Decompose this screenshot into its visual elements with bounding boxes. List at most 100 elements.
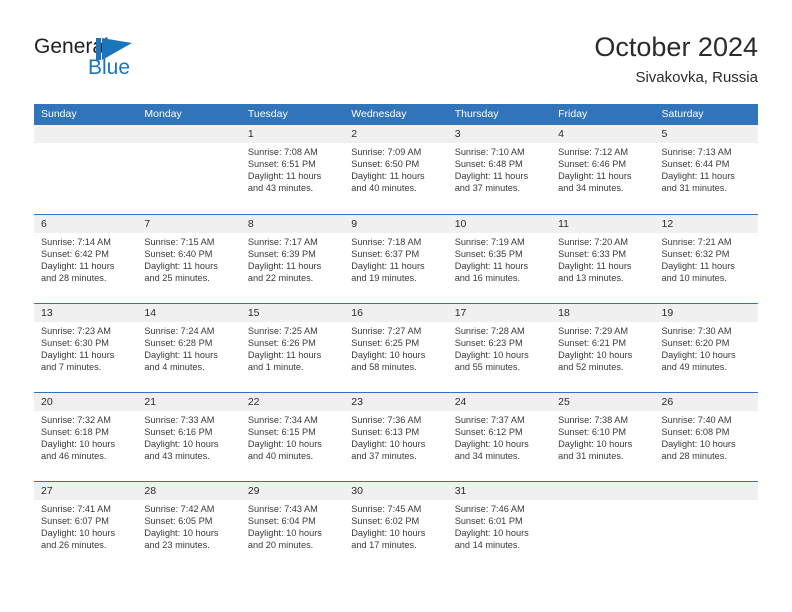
daylight-duration-line2: and 10 minutes. — [661, 273, 727, 284]
calendar-day-cell-empty — [551, 482, 655, 570]
sunrise-time: Sunrise: 7:38 AM — [558, 415, 629, 425]
daylight-duration-line1: Daylight: 11 hours — [41, 350, 115, 361]
calendar-day-cell[interactable]: 10 Sunrise: 7:19 AM Sunset: 6:35 PM Dayligh… — [447, 215, 552, 303]
day-sun-info — [34, 143, 137, 146]
calendar-week-row: 1 Sunrise: 7:08 AM Sunset: 6:51 PM Daylight… — [34, 125, 758, 214]
daylight-duration-line1: Daylight: 11 hours — [351, 261, 425, 272]
calendar-day-cell[interactable]: 22 Sunrise: 7:34 AM Sunset: 6:15 PM Dayligh… — [240, 393, 345, 481]
sunrise-time: Sunrise: 7:46 AM — [454, 504, 525, 514]
calendar-day-cell[interactable]: 19 Sunrise: 7:30 AM Sunset: 6:20 PM Dayligh… — [654, 304, 758, 392]
sunrise-time: Sunrise: 7:27 AM — [351, 326, 422, 336]
calendar-day-cell[interactable]: 11 Sunrise: 7:20 AM Sunset: 6:33 PM Dayligh… — [551, 215, 655, 303]
day-sun-info: Sunrise: 7:37 AM Sunset: 6:12 PM Daylight:… — [448, 411, 551, 462]
daylight-duration-line2: and 43 minutes. — [144, 451, 210, 462]
day-number: 16 — [344, 304, 448, 322]
calendar-week-row: 6 Sunrise: 7:14 AM Sunset: 6:42 PM Daylight… — [34, 214, 758, 303]
sunrise-time: Sunrise: 7:14 AM — [41, 237, 111, 247]
weekday-wednesday: Wednesday — [351, 108, 407, 120]
calendar-day-cell[interactable]: 2 Sunrise: 7:09 AM Sunset: 6:50 PM Daylight… — [344, 125, 448, 214]
calendar-day-cell[interactable]: 4 Sunrise: 7:12 AM Sunset: 6:46 PM Daylight… — [551, 125, 655, 214]
calendar-day-cell[interactable]: 9 Sunrise: 7:18 AM Sunset: 6:37 PM Daylight… — [344, 215, 448, 303]
page-subtitle-location: Sivakovka, Russia — [635, 69, 758, 86]
sunset-time: Sunset: 6:26 PM — [247, 338, 316, 349]
calendar-day-cell[interactable]: 5 Sunrise: 7:13 AM Sunset: 6:44 PM Daylight… — [654, 125, 758, 214]
calendar-day-cell[interactable]: 28 Sunrise: 7:42 AM Sunset: 6:05 PM Dayligh… — [137, 482, 241, 570]
day-number — [34, 125, 138, 143]
day-sun-info: Sunrise: 7:43 AM Sunset: 6:04 PM Daylight:… — [241, 500, 344, 551]
calendar-day-cell[interactable]: 23 Sunrise: 7:36 AM Sunset: 6:13 PM Dayligh… — [344, 393, 448, 481]
calendar-day-cell[interactable]: 14 Sunrise: 7:24 AM Sunset: 6:28 PM Dayligh… — [137, 304, 241, 392]
day-number: 10 — [447, 215, 552, 233]
sunrise-time: Sunrise: 7:29 AM — [558, 326, 629, 336]
daylight-duration-line2: and 1 minute. — [247, 362, 304, 373]
calendar-day-cell[interactable]: 12 Sunrise: 7:21 AM Sunset: 6:32 PM Dayligh… — [654, 215, 758, 303]
day-sun-info: Sunrise: 7:14 AM Sunset: 6:42 PM Daylight:… — [34, 233, 137, 284]
calendar-day-cell[interactable]: 1 Sunrise: 7:08 AM Sunset: 6:51 PM Daylight… — [240, 125, 345, 214]
sunset-time: Sunset: 6:44 PM — [661, 159, 730, 170]
daylight-duration-line1: Daylight: 10 hours — [144, 528, 219, 539]
daylight-duration-line2: and 17 minutes. — [351, 540, 417, 551]
daylight-duration-line1: Daylight: 11 hours — [661, 261, 735, 272]
calendar-day-cell[interactable]: 25 Sunrise: 7:38 AM Sunset: 6:10 PM Dayligh… — [551, 393, 655, 481]
day-sun-info: Sunrise: 7:19 AM Sunset: 6:35 PM Daylight:… — [448, 233, 551, 284]
day-sun-info: Sunrise: 7:23 AM Sunset: 6:30 PM Daylight:… — [34, 322, 137, 373]
sunset-time: Sunset: 6:23 PM — [454, 338, 523, 349]
sunrise-time: Sunrise: 7:10 AM — [454, 147, 525, 157]
day-sun-info — [551, 500, 654, 503]
calendar-day-cell[interactable]: 20 Sunrise: 7:32 AM Sunset: 6:18 PM Dayligh… — [34, 393, 138, 481]
calendar-day-cell[interactable]: 16 Sunrise: 7:27 AM Sunset: 6:25 PM Dayligh… — [344, 304, 448, 392]
day-number: 8 — [240, 215, 345, 233]
sunrise-time: Sunrise: 7:41 AM — [41, 504, 111, 514]
daylight-duration-line1: Daylight: 10 hours — [661, 350, 736, 361]
sunset-time: Sunset: 6:01 PM — [454, 516, 523, 527]
daylight-duration-line2: and 4 minutes. — [144, 362, 205, 373]
day-number: 9 — [344, 215, 448, 233]
calendar-day-cell[interactable]: 21 Sunrise: 7:33 AM Sunset: 6:16 PM Dayligh… — [137, 393, 241, 481]
calendar-day-cell[interactable]: 3 Sunrise: 7:10 AM Sunset: 6:48 PM Daylight… — [447, 125, 552, 214]
calendar-day-cell[interactable]: 31 Sunrise: 7:46 AM Sunset: 6:01 PM Dayligh… — [447, 482, 552, 570]
calendar-day-cell[interactable]: 6 Sunrise: 7:14 AM Sunset: 6:42 PM Daylight… — [34, 215, 138, 303]
sunset-time: Sunset: 6:32 PM — [661, 249, 730, 260]
calendar-day-cell[interactable]: 18 Sunrise: 7:29 AM Sunset: 6:21 PM Dayligh… — [551, 304, 655, 392]
sunset-time: Sunset: 6:37 PM — [351, 249, 420, 260]
sunset-time: Sunset: 6:07 PM — [41, 516, 109, 527]
daylight-duration-line2: and 22 minutes. — [247, 273, 314, 284]
daylight-duration-line2: and 55 minutes. — [454, 362, 521, 373]
calendar-day-cell[interactable]: 13 Sunrise: 7:23 AM Sunset: 6:30 PM Dayligh… — [34, 304, 138, 392]
day-number — [654, 482, 758, 500]
sunrise-time: Sunrise: 7:18 AM — [351, 237, 422, 247]
sunrise-time: Sunrise: 7:21 AM — [661, 237, 732, 247]
daylight-duration-line1: Daylight: 10 hours — [247, 528, 322, 539]
daylight-duration-line1: Daylight: 11 hours — [247, 261, 322, 272]
calendar-day-cell[interactable]: 17 Sunrise: 7:28 AM Sunset: 6:23 PM Dayligh… — [447, 304, 552, 392]
daylight-duration-line1: Daylight: 10 hours — [351, 350, 426, 361]
title-block: October 2024 Sivakovka, Russia — [594, 30, 758, 89]
day-number: 6 — [34, 215, 138, 233]
day-sun-info: Sunrise: 7:24 AM Sunset: 6:28 PM Daylight:… — [137, 322, 240, 373]
day-sun-info: Sunrise: 7:27 AM Sunset: 6:25 PM Daylight:… — [344, 322, 447, 373]
day-sun-info: Sunrise: 7:15 AM Sunset: 6:40 PM Daylight:… — [137, 233, 240, 284]
calendar-day-cell[interactable]: 8 Sunrise: 7:17 AM Sunset: 6:39 PM Daylight… — [240, 215, 345, 303]
sunset-time: Sunset: 6:10 PM — [558, 427, 627, 438]
calendar-day-cell[interactable]: 29 Sunrise: 7:43 AM Sunset: 6:04 PM Dayligh… — [240, 482, 345, 570]
page-title: October 2024 — [594, 32, 758, 62]
calendar-day-cell[interactable]: 26 Sunrise: 7:40 AM Sunset: 6:08 PM Dayligh… — [654, 393, 758, 481]
calendar-week-row: 20 Sunrise: 7:32 AM Sunset: 6:18 PM Dayligh… — [34, 392, 758, 481]
day-number: 13 — [34, 304, 138, 322]
calendar-day-cell[interactable]: 24 Sunrise: 7:37 AM Sunset: 6:12 PM Dayligh… — [447, 393, 552, 481]
day-sun-info: Sunrise: 7:42 AM Sunset: 6:05 PM Daylight:… — [137, 500, 240, 551]
calendar-day-cell[interactable]: 27 Sunrise: 7:41 AM Sunset: 6:07 PM Dayligh… — [34, 482, 138, 570]
general-blue-logo[interactable]: General Blue — [34, 36, 194, 84]
day-sun-info: Sunrise: 7:34 AM Sunset: 6:15 PM Daylight:… — [241, 411, 344, 462]
calendar-day-cell[interactable]: 30 Sunrise: 7:45 AM Sunset: 6:02 PM Dayligh… — [344, 482, 448, 570]
sunset-time: Sunset: 6:02 PM — [351, 516, 420, 527]
day-number: 12 — [654, 215, 758, 233]
daylight-duration-line1: Daylight: 10 hours — [41, 439, 116, 450]
day-number: 2 — [344, 125, 448, 143]
calendar-day-cell[interactable]: 7 Sunrise: 7:15 AM Sunset: 6:40 PM Daylight… — [137, 215, 241, 303]
day-sun-info: Sunrise: 7:30 AM Sunset: 6:20 PM Daylight:… — [655, 322, 758, 373]
day-number: 19 — [654, 304, 758, 322]
daylight-duration-line2: and 37 minutes. — [454, 183, 521, 194]
weekday-saturday: Saturday — [661, 108, 704, 120]
calendar-day-cell[interactable]: 15 Sunrise: 7:25 AM Sunset: 6:26 PM Dayligh… — [240, 304, 345, 392]
